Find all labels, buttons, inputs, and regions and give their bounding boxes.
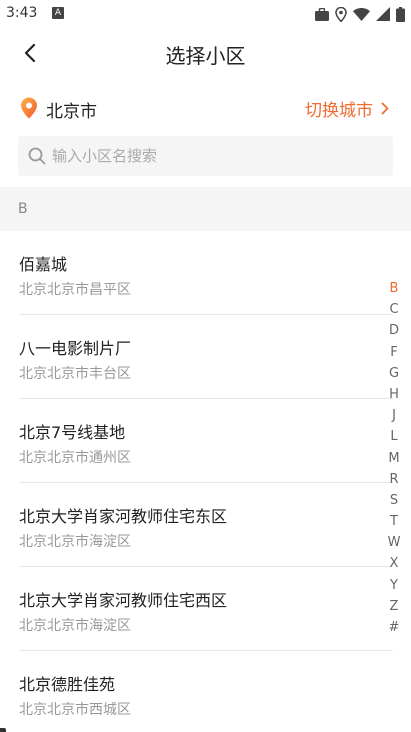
community-name: 北京德胜佳苑 bbox=[19, 675, 116, 694]
index-letter[interactable]: T bbox=[390, 511, 398, 532]
index-letter[interactable]: J bbox=[392, 405, 396, 426]
battery-icon bbox=[396, 6, 405, 22]
index-letter[interactable]: Y bbox=[390, 575, 398, 596]
search-icon bbox=[28, 147, 46, 165]
index-letter[interactable]: S bbox=[390, 490, 398, 511]
index-letter[interactable]: X bbox=[390, 553, 399, 574]
index-letter[interactable]: Z bbox=[390, 596, 399, 617]
switch-city-label: 切换城市 bbox=[305, 101, 373, 121]
wifi-icon bbox=[353, 7, 370, 21]
location-icon bbox=[335, 6, 347, 22]
header: 选择小区 bbox=[0, 28, 411, 78]
community-address: 北京北京市西城区 bbox=[19, 702, 131, 718]
index-letter[interactable]: F bbox=[390, 342, 397, 363]
index-letter[interactable]: D bbox=[389, 320, 399, 341]
briefcase-icon bbox=[315, 7, 329, 21]
status-icons bbox=[315, 5, 405, 23]
community-address: 北京北京市丰台区 bbox=[19, 366, 131, 382]
index-letter[interactable]: B bbox=[390, 278, 399, 299]
index-letter[interactable]: # bbox=[389, 617, 400, 638]
index-letter[interactable]: C bbox=[389, 299, 398, 320]
nav-handle bbox=[0, 728, 6, 732]
list-item[interactable]: 八一电影制片厂 北京北京市丰台区 bbox=[0, 315, 411, 399]
section-header: B bbox=[0, 187, 411, 231]
list-item[interactable]: 北京大学肖家河教师住宅西区 北京北京市海淀区 bbox=[0, 567, 411, 651]
current-city-name: 北京市 bbox=[46, 102, 97, 122]
index-letter[interactable]: G bbox=[389, 363, 399, 384]
community-name: 北京大学肖家河教师住宅东区 bbox=[19, 507, 228, 526]
list-item[interactable]: 佰嘉城 北京北京市昌平区 bbox=[0, 231, 411, 315]
search-input[interactable] bbox=[52, 147, 352, 165]
list-item[interactable]: 北京德胜佳苑 北京北京市西城区 bbox=[0, 651, 411, 732]
community-address: 北京北京市海淀区 bbox=[19, 618, 131, 634]
search-box[interactable] bbox=[18, 136, 393, 176]
chevron-right-icon bbox=[381, 102, 389, 115]
signal-icon bbox=[376, 7, 390, 21]
community-name: 八一电影制片厂 bbox=[19, 339, 132, 358]
community-name: 佰嘉城 bbox=[19, 255, 68, 274]
map-pin-icon bbox=[21, 97, 37, 119]
community-name: 北京大学肖家河教师住宅西区 bbox=[19, 591, 228, 610]
community-list: 佰嘉城 北京北京市昌平区 八一电影制片厂 北京北京市丰台区 北京7号线基地 北京… bbox=[0, 231, 411, 732]
community-address: 北京北京市昌平区 bbox=[19, 282, 131, 298]
list-item[interactable]: 北京7号线基地 北京北京市通州区 bbox=[0, 399, 411, 483]
status-bar: 3:43 A bbox=[0, 0, 411, 28]
index-letter[interactable]: H bbox=[389, 384, 399, 405]
index-letter[interactable]: M bbox=[388, 448, 399, 469]
notification-app-icon: A bbox=[52, 7, 64, 19]
status-time: 3:43 bbox=[6, 5, 38, 21]
page-title: 选择小区 bbox=[165, 44, 246, 68]
current-city-row: 北京市 切换城市 bbox=[0, 86, 411, 128]
community-address: 北京北京市海淀区 bbox=[19, 534, 131, 550]
community-name: 北京7号线基地 bbox=[19, 423, 126, 442]
alphabet-index-bar[interactable]: B C D F G H J L M R S T W X Y Z # bbox=[385, 278, 403, 638]
community-address: 北京北京市通州区 bbox=[19, 450, 131, 466]
index-letter[interactable]: W bbox=[388, 532, 401, 553]
section-letter: B bbox=[18, 201, 28, 217]
list-item[interactable]: 北京大学肖家河教师住宅东区 北京北京市海淀区 bbox=[0, 483, 411, 567]
index-letter[interactable]: L bbox=[390, 426, 397, 447]
switch-city-button[interactable]: 切换城市 bbox=[305, 96, 389, 121]
index-letter[interactable]: R bbox=[389, 469, 398, 490]
